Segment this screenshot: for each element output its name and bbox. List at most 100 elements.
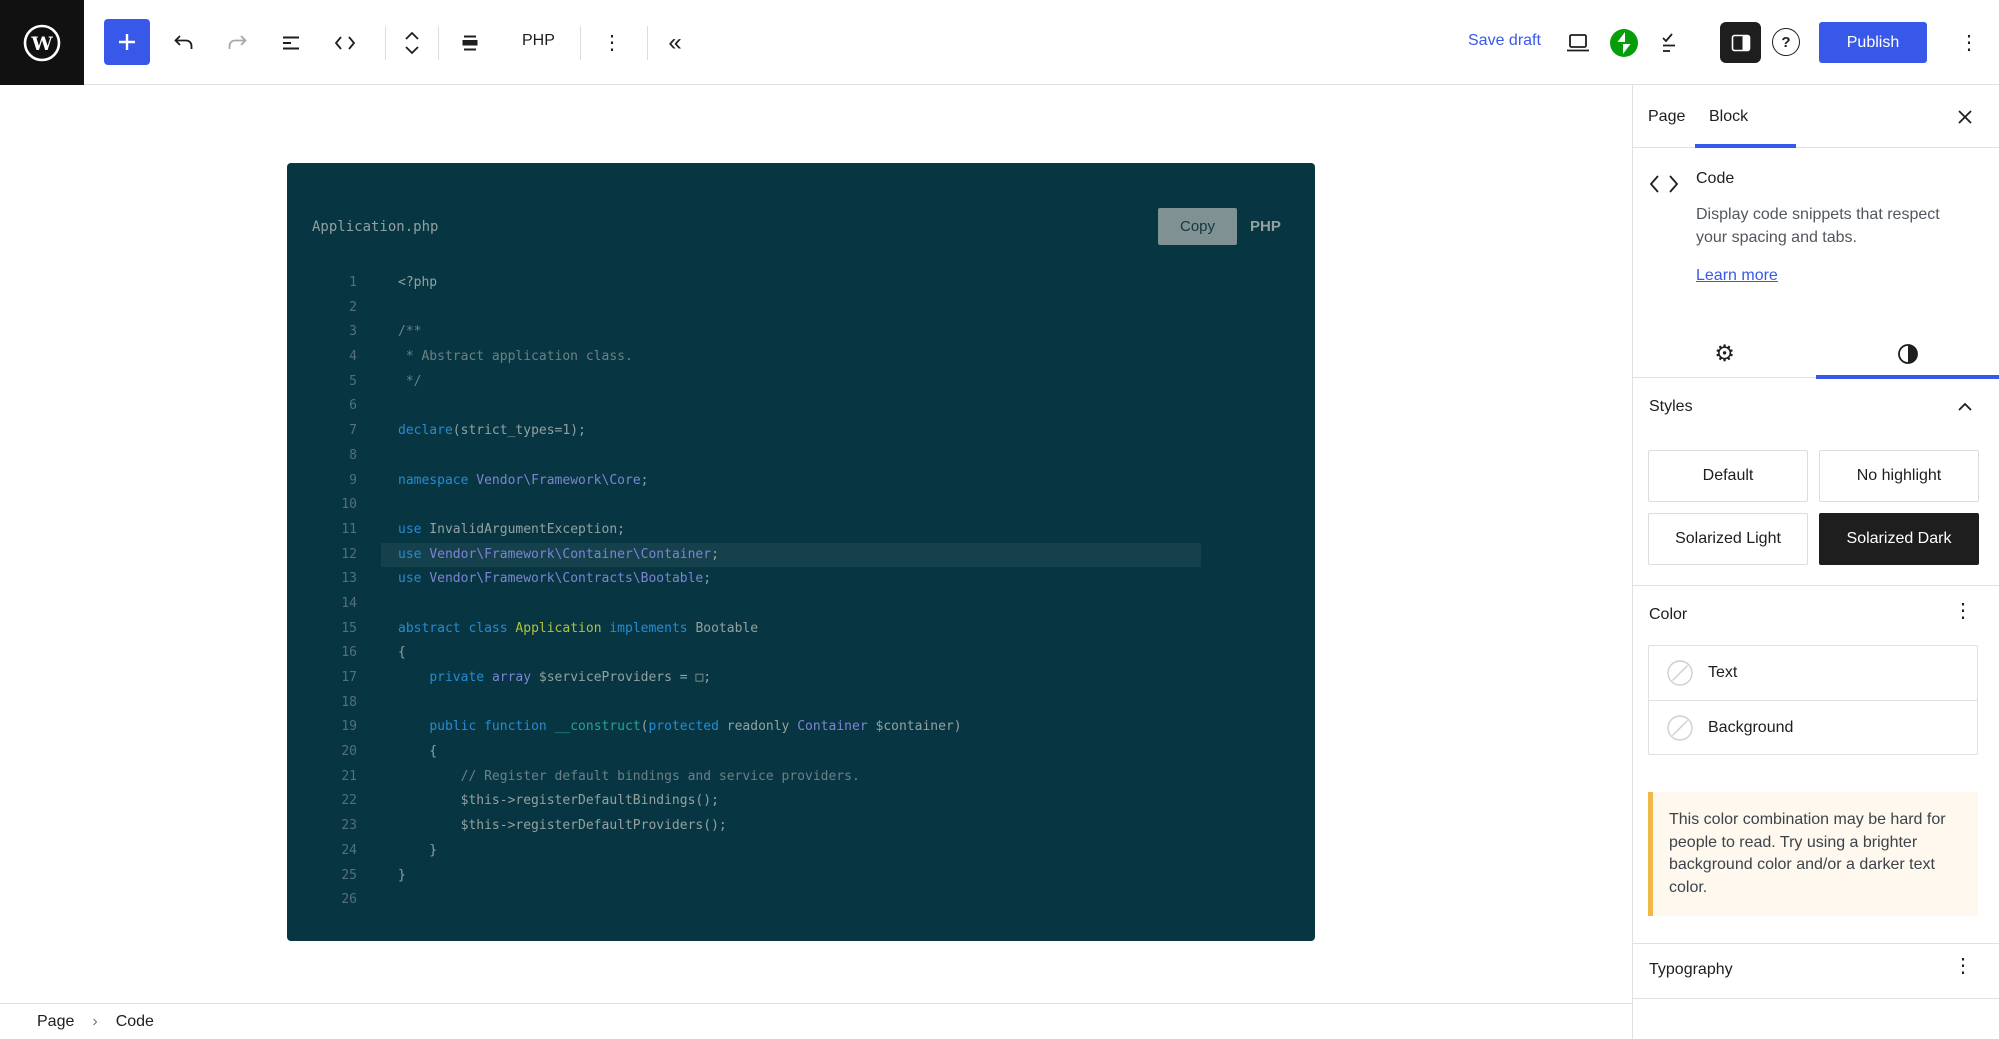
breadcrumb-item-page[interactable]: Page: [37, 1013, 74, 1031]
code-line: 24 }: [287, 839, 1315, 864]
code-block-icon: [459, 33, 481, 53]
block-title: Code: [1696, 170, 1735, 187]
divider: [1633, 943, 1999, 944]
line-content: [381, 888, 1201, 913]
line-number: 14: [341, 595, 357, 611]
code-line: 18: [287, 691, 1315, 716]
line-number: 24: [341, 842, 357, 858]
editor-checklist-button[interactable]: [1650, 22, 1694, 64]
line-number: 11: [341, 521, 357, 537]
plus-icon: [116, 31, 138, 53]
learn-more-link[interactable]: Learn more: [1696, 267, 1778, 285]
collapse-styles-button[interactable]: [1957, 402, 1973, 412]
ellipsis-vertical-icon: ⋮: [1953, 955, 1973, 977]
block-description: Display code snippets that respect your …: [1696, 206, 1940, 246]
code-block[interactable]: Application.php Copy PHP 1 <?php 2 3/** 4 * …: [287, 163, 1315, 941]
code-block-type-button[interactable]: [448, 22, 492, 64]
no-color-slash-icon: [1667, 660, 1693, 686]
block-mover[interactable]: [390, 22, 434, 64]
code-line: 23 $this->registerDefaultProviders();: [287, 814, 1315, 839]
code-line: 21 // Register default bindings and serv…: [287, 765, 1315, 790]
style-option-no-highlight[interactable]: No highlight: [1819, 450, 1979, 502]
color-options-button[interactable]: ⋮: [1953, 601, 1973, 622]
line-number: 23: [341, 818, 357, 834]
save-draft-button[interactable]: Save draft: [1468, 32, 1541, 50]
publish-button[interactable]: Publish: [1819, 22, 1927, 63]
line-number: 19: [341, 719, 357, 735]
list-view-icon: [280, 33, 302, 53]
line-number: 6: [349, 398, 357, 414]
line-content: [381, 493, 1201, 518]
line-content: $this->registerDefaultProviders();: [398, 818, 727, 834]
line-number: 2: [349, 299, 357, 315]
document-overview-button[interactable]: [269, 22, 313, 64]
code-line: 22 $this->registerDefaultBindings();: [287, 789, 1315, 814]
code-lines[interactable]: 1 <?php 2 3/** 4 * Abstract application clas…: [287, 271, 1315, 913]
active-tab-indicator: [1695, 144, 1796, 148]
tab-block-styles[interactable]: [1816, 330, 1999, 379]
line-content: [381, 296, 1201, 321]
code-line: 10: [287, 493, 1315, 518]
code-line: 3 /**: [287, 320, 1315, 345]
code-line: 26: [287, 888, 1315, 913]
style-option-default[interactable]: Default: [1648, 450, 1808, 502]
checklist-icon: [1659, 31, 1685, 55]
wordpress-icon: W: [21, 22, 63, 64]
line-content: }: [398, 842, 438, 858]
code-editor-button[interactable]: [323, 22, 367, 64]
help-button[interactable]: ?: [1772, 28, 1800, 56]
preview-button[interactable]: [1556, 22, 1600, 64]
collapse-toolbar-button[interactable]: «: [653, 22, 697, 64]
typography-options-button[interactable]: ⋮: [1953, 956, 1973, 977]
tab-block-settings[interactable]: ⚙: [1633, 330, 1816, 378]
chevron-up-icon: [1957, 402, 1973, 412]
line-content: }: [398, 867, 406, 883]
editor-options-button[interactable]: ⋮: [1947, 22, 1991, 64]
double-chevron-left-icon: «: [668, 29, 682, 56]
style-option-solarized-light[interactable]: Solarized Light: [1648, 513, 1808, 565]
code-line: 9 namespace Vendor\Framework\Core;: [287, 469, 1315, 494]
line-number: 13: [341, 571, 357, 587]
style-option-solarized-dark[interactable]: Solarized Dark: [1819, 513, 1979, 565]
code-line: 2: [287, 296, 1315, 321]
redo-button[interactable]: [215, 22, 259, 64]
code-line: 6: [287, 394, 1315, 419]
line-number: 7: [349, 423, 357, 439]
add-block-button[interactable]: [104, 19, 150, 65]
jetpack-button[interactable]: [1602, 22, 1646, 64]
code-line: 16 {: [287, 641, 1315, 666]
code-line: 15 abstract class Application implements …: [287, 617, 1315, 642]
close-sidebar-button[interactable]: [1955, 107, 1975, 127]
tab-page[interactable]: Page: [1648, 85, 1685, 148]
undo-button[interactable]: [162, 22, 206, 64]
laptop-preview-icon: [1565, 32, 1591, 54]
block-options-button[interactable]: ⋮: [590, 22, 634, 64]
line-content: public function __construct(protected re…: [429, 719, 962, 735]
line-number: 20: [341, 744, 357, 760]
tab-block[interactable]: Block: [1709, 85, 1748, 148]
background-color-row[interactable]: Background: [1649, 700, 1977, 755]
line-number: 22: [341, 793, 357, 809]
code-filename: Application.php: [312, 219, 439, 235]
contrast-warning: This color combination may be hard for p…: [1648, 792, 1978, 916]
line-number: 18: [341, 694, 357, 710]
language-selector[interactable]: PHP: [522, 32, 555, 50]
line-number: 21: [341, 768, 357, 784]
wordpress-logo-button[interactable]: W: [0, 0, 84, 85]
settings-sidebar-toggle[interactable]: [1720, 22, 1761, 63]
copy-button[interactable]: Copy: [1158, 208, 1237, 245]
code-line: 11 use InvalidArgumentException;: [287, 518, 1315, 543]
code-line: 7 declare(strict_types=1);: [287, 419, 1315, 444]
line-number: 10: [341, 497, 357, 513]
line-content: /**: [398, 324, 422, 340]
text-color-row[interactable]: Text: [1649, 646, 1977, 700]
line-content: [381, 444, 1201, 469]
settings-sidebar: Page Block Code Display code snippets th…: [1632, 85, 1999, 1039]
breadcrumb-item-code[interactable]: Code: [116, 1013, 154, 1031]
line-number: 5: [349, 373, 357, 389]
line-number: 9: [349, 472, 357, 488]
gear-icon: ⚙: [1714, 340, 1735, 367]
jetpack-icon: [1609, 28, 1639, 58]
breadcrumb: Page › Code: [0, 1003, 1632, 1039]
move-up-down-icon: [402, 30, 422, 56]
